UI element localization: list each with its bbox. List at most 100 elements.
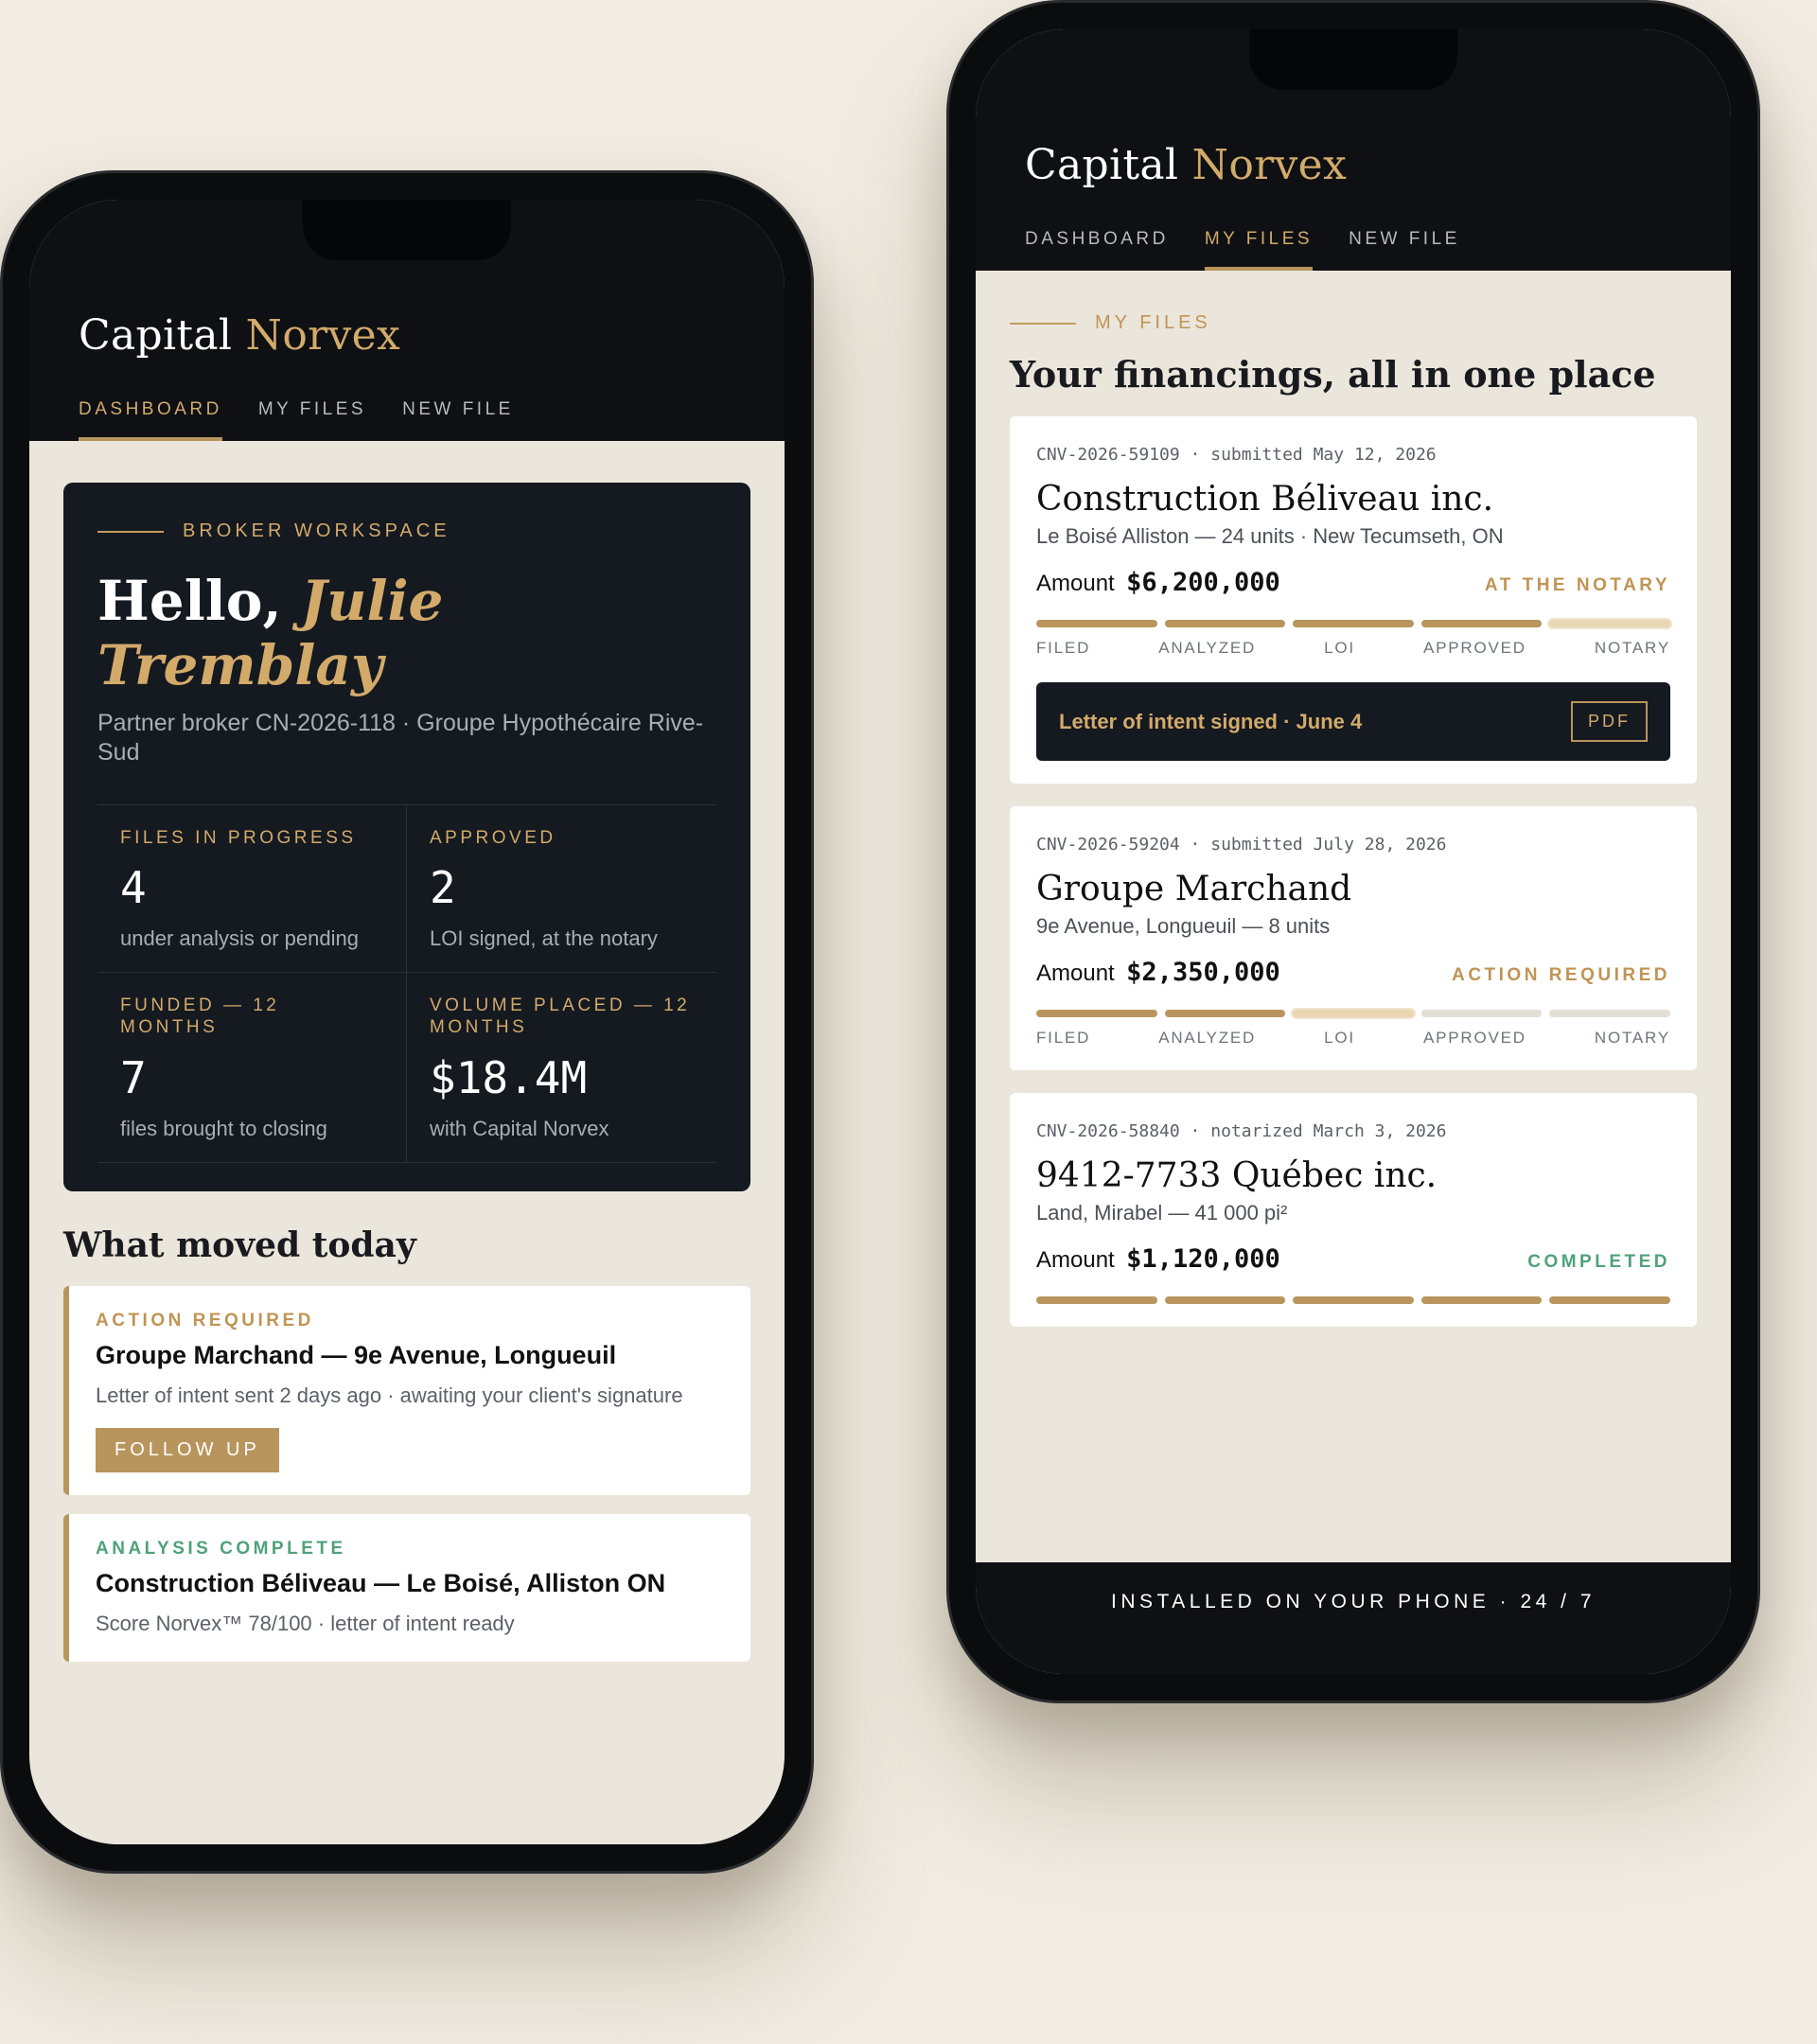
tab-new-file[interactable]: NEW FILE (1349, 229, 1460, 271)
status-badge: ACTION REQUIRED (1452, 965, 1670, 985)
stat-files-in-progress: FILES IN PROGRESS 4 under analysis or pe… (97, 804, 407, 974)
workspace-eyebrow: BROKER WORKSPACE (97, 520, 716, 542)
file-list: CNV-2026-59109 · submitted May 12, 2026 … (1010, 416, 1697, 1327)
footer-text: INSTALLED ON YOUR PHONE · 24 / 7 (1111, 1591, 1596, 1612)
progress-segment (1549, 620, 1670, 627)
pdf-button[interactable]: PDF (1571, 701, 1648, 742)
file-card[interactable]: CNV-2026-58840 · notarized March 3, 2026… (1010, 1093, 1697, 1327)
footer-bar: INSTALLED ON YOUR PHONE · 24 / 7 (976, 1562, 1731, 1674)
progress-segment (1164, 620, 1286, 627)
progress-segment (1164, 1010, 1286, 1017)
stats-grid: FILES IN PROGRESS 4 under analysis or pe… (97, 803, 716, 1163)
progress-segment (1420, 1296, 1543, 1304)
eyebrow-line (97, 530, 164, 533)
broker-subtitle: Partner broker CN-2026-118 · Groupe Hypo… (97, 710, 704, 766)
activity-desc: Letter of intent sent 2 days ago · await… (96, 1383, 683, 1407)
activity-card-analysis[interactable]: ANALYSIS COMPLETE Construction Béliveau … (63, 1513, 750, 1662)
progress-segment (1549, 1296, 1670, 1304)
amount-label: Amount (1036, 960, 1115, 986)
brand-name-main: Capital (1025, 141, 1179, 189)
file-meta: CNV-2026-59109 · submitted May 12, 2026 (1036, 445, 1437, 465)
amount-row: Amount $6,200,000 AT THE NOTARY (1036, 568, 1670, 597)
file-address: 9e Avenue, Longueuil — 8 units (1036, 914, 1331, 938)
tab-new-file[interactable]: NEW FILE (402, 399, 514, 441)
brand-name-accent: Norvex (245, 311, 401, 360)
section-title: What moved today (63, 1225, 416, 1265)
file-card[interactable]: CNV-2026-59204 · submitted July 28, 2026… (1010, 806, 1697, 1070)
stat-label: VOLUME PLACED — 12 MONTHS (430, 996, 691, 1038)
progress-segment (1036, 620, 1157, 627)
phone-screen: Capital Norvex DASHBOARD MY FILES NEW FI… (976, 29, 1731, 1674)
eyebrow-text: MY FILES (1095, 312, 1211, 333)
eyebrow-line (1010, 322, 1076, 325)
main-nav: DASHBOARD MY FILES NEW FILE (79, 399, 735, 441)
step-label: NOTARY (1594, 1029, 1670, 1047)
activity-tag: ACTION REQUIRED (96, 1310, 314, 1330)
step-label: APPROVED (1422, 1029, 1526, 1047)
amount-value: $1,120,000 (1126, 1244, 1280, 1274)
file-address: Le Boisé Alliston — 24 units · New Tecum… (1036, 524, 1504, 548)
progress-segment (1420, 620, 1543, 627)
file-name: Construction Béliveau inc. (1036, 480, 1494, 519)
stat-value: $18.4M (430, 1051, 588, 1103)
progress-steps: FILED ANALYZED LOI APPROVED NOTARY (1036, 1029, 1670, 1048)
stat-value: 4 (120, 862, 147, 914)
eyebrow-text: BROKER WORKSPACE (183, 520, 450, 541)
status-badge: AT THE NOTARY (1484, 575, 1670, 595)
file-card[interactable]: CNV-2026-59109 · submitted May 12, 2026 … (1010, 416, 1697, 784)
activity-title: Groupe Marchand — 9e Avenue, Longueuil (96, 1340, 617, 1369)
tab-my-files[interactable]: MY FILES (258, 399, 366, 441)
stat-label: FILES IN PROGRESS (120, 827, 357, 848)
stat-volume-placed: VOLUME PLACED — 12 MONTHS $18.4M with Ca… (407, 973, 716, 1163)
follow-up-button[interactable]: FOLLOW UP (96, 1427, 279, 1472)
step-label: FILED (1036, 639, 1091, 657)
stat-note: files brought to closing (120, 1116, 327, 1140)
stat-note: under analysis or pending (120, 926, 359, 951)
tab-dashboard[interactable]: DASHBOARD (79, 399, 222, 441)
progress-segment (1420, 1010, 1543, 1017)
stat-value: 2 (430, 862, 456, 914)
stat-note: LOI signed, at the notary (430, 926, 658, 951)
brand-logo[interactable]: Capital Norvex (79, 311, 735, 360)
step-label: ANALYZED (1158, 639, 1257, 657)
dashboard-content: BROKER WORKSPACE Hello, Julie Tremblay P… (29, 441, 785, 1662)
progress-segment (1549, 1010, 1670, 1017)
tab-my-files[interactable]: MY FILES (1204, 229, 1314, 271)
amount-label: Amount (1036, 1247, 1115, 1273)
phone-my-files: Capital Norvex DASHBOARD MY FILES NEW FI… (946, 0, 1760, 1703)
progress-bar (1036, 1296, 1670, 1304)
activity-desc: Score Norvex™ 78/100 · letter of intent … (96, 1611, 515, 1635)
step-label: LOI (1324, 1029, 1355, 1047)
stat-approved: APPROVED 2 LOI signed, at the notary (407, 805, 716, 974)
greeting-text: Hello, (97, 569, 282, 633)
phone-notch (303, 200, 511, 260)
file-name: Groupe Marchand (1036, 870, 1352, 908)
progress-segment (1293, 620, 1414, 627)
activity-card-action[interactable]: ACTION REQUIRED Groupe Marchand — 9e Ave… (63, 1285, 750, 1495)
progress-bar (1036, 620, 1670, 627)
file-meta: CNV-2026-58840 · notarized March 3, 2026 (1036, 1121, 1447, 1141)
stat-note: with Capital Norvex (430, 1116, 609, 1140)
progress-steps: FILED ANALYZED LOI APPROVED NOTARY (1036, 639, 1670, 658)
progress-segment (1036, 1010, 1157, 1017)
phone-dashboard: Capital Norvex DASHBOARD MY FILES NEW FI… (0, 170, 814, 1874)
amount-value: $2,350,000 (1126, 958, 1280, 987)
progress-segment (1293, 1010, 1414, 1017)
stat-funded: FUNDED — 12 MONTHS 7 files brought to cl… (97, 973, 407, 1163)
stat-label: FUNDED — 12 MONTHS (120, 996, 280, 1038)
document-text: Letter of intent signed · June 4 (1059, 709, 1363, 733)
files-content: MY FILES Your financings, all in one pla… (976, 271, 1731, 1327)
status-badge: COMPLETED (1527, 1252, 1670, 1272)
files-title: Your financings, all in one place (1010, 353, 1656, 396)
amount-row: Amount $2,350,000 ACTION REQUIRED (1036, 958, 1670, 987)
progress-bar (1036, 1010, 1670, 1017)
greeting-heading: Hello, Julie Tremblay (97, 569, 716, 697)
progress-segment (1036, 1296, 1157, 1304)
amount-row: Amount $1,120,000 COMPLETED (1036, 1244, 1670, 1274)
step-label: NOTARY (1594, 639, 1670, 657)
main-nav: DASHBOARD MY FILES NEW FILE (1025, 229, 1682, 271)
tab-dashboard[interactable]: DASHBOARD (1025, 229, 1169, 271)
stat-value: 7 (120, 1051, 147, 1103)
phone-notch (1249, 29, 1457, 90)
brand-logo[interactable]: Capital Norvex (1025, 141, 1682, 189)
